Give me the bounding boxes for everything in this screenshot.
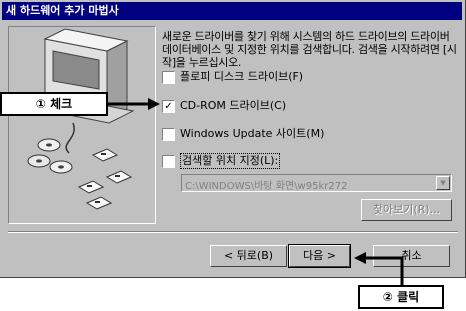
arrow-head-icon: [148, 98, 160, 110]
arrow-line: [364, 256, 404, 285]
arrow-head-icon: [354, 252, 366, 264]
annotation-arrows: [108, 98, 404, 285]
click-callout: ② 클릭: [358, 285, 444, 309]
